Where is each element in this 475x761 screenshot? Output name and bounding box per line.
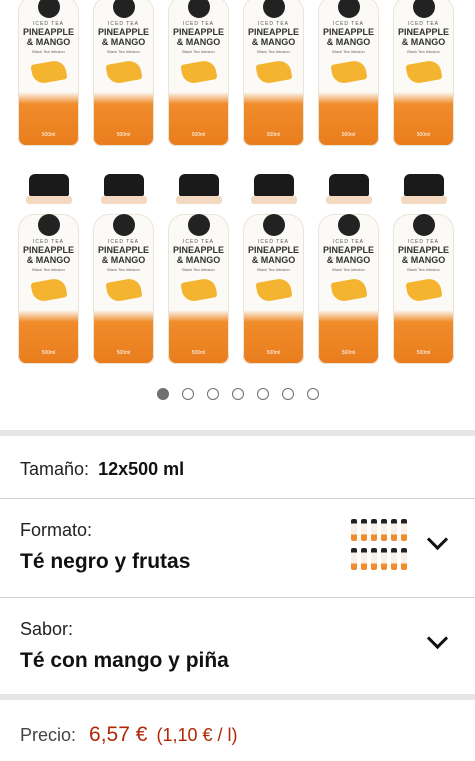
row-divider <box>0 498 475 499</box>
brand-logo-icon <box>187 214 210 236</box>
mango-illustration-icon <box>405 59 442 85</box>
mango-illustration-icon <box>330 277 367 303</box>
mango-illustration-icon <box>105 277 142 303</box>
carousel-dot-2[interactable] <box>181 388 194 400</box>
mango-illustration-icon <box>30 277 67 303</box>
brand-logo-icon <box>112 0 135 18</box>
bottle-image: ICED TEA PINEAPPLE & MANGO Black Tea Inf… <box>18 0 79 146</box>
format-thumbnail[interactable] <box>349 517 407 575</box>
brand-logo-icon <box>37 214 60 236</box>
mango-illustration-icon <box>180 59 217 85</box>
bottle-image: ICED TEA PINEAPPLE & MANGO Black Tea Inf… <box>93 174 154 364</box>
brand-logo-icon <box>262 0 285 18</box>
product-image-gallery[interactable]: ICED TEA PINEAPPLE & MANGO Black Tea Inf… <box>0 0 475 372</box>
bottle-image: ICED TEA PINEAPPLE & MANGO Black Tea Inf… <box>393 0 454 146</box>
chevron-down-icon[interactable] <box>426 528 449 551</box>
carousel-dot-4[interactable] <box>231 388 244 400</box>
row-divider <box>0 597 475 598</box>
mango-illustration-icon <box>405 277 442 303</box>
bottle-image: ICED TEA PINEAPPLE & MANGO Black Tea Inf… <box>318 0 379 146</box>
price-value: 6,57 € <box>89 723 148 746</box>
bottle-image: ICED TEA PINEAPPLE & MANGO Black Tea Inf… <box>243 0 304 146</box>
bottle-image: ICED TEA PINEAPPLE & MANGO Black Tea Inf… <box>93 0 154 146</box>
format-value: Té negro y frutas <box>20 550 191 573</box>
mango-illustration-icon <box>255 277 292 303</box>
carousel-dot-5[interactable] <box>256 388 269 400</box>
brand-logo-icon <box>112 214 135 236</box>
mango-illustration-icon <box>105 59 142 85</box>
carousel-dots <box>0 388 475 400</box>
carousel-dot-6[interactable] <box>281 388 294 400</box>
brand-logo-icon <box>412 214 435 236</box>
brand-logo-icon <box>37 0 60 18</box>
brand-logo-icon <box>412 0 435 18</box>
mango-illustration-icon <box>255 59 292 85</box>
section-divider <box>0 694 475 700</box>
mango-illustration-icon <box>180 277 217 303</box>
bottle-image: ICED TEA PINEAPPLE & MANGO Black Tea Inf… <box>168 174 229 364</box>
size-label: Tamaño: <box>20 459 90 479</box>
price-row: Precio: 6,57 € (1,10 € / l) <box>20 723 238 747</box>
mango-illustration-icon <box>330 59 367 85</box>
size-value: 12x500 ml <box>98 459 185 479</box>
unit-price: (1,10 € / l) <box>156 725 238 745</box>
brand-logo-icon <box>337 0 360 18</box>
format-label: Formato: <box>20 520 93 540</box>
brand-logo-icon <box>262 214 285 236</box>
bottle-image: ICED TEA PINEAPPLE & MANGO Black Tea Inf… <box>243 174 304 364</box>
bottle-image: ICED TEA PINEAPPLE & MANGO Black Tea Inf… <box>393 174 454 364</box>
flavor-value: Té con mango y piña <box>20 649 229 672</box>
mango-illustration-icon <box>30 59 67 85</box>
bottle-image: ICED TEA PINEAPPLE & MANGO Black Tea Inf… <box>168 0 229 146</box>
brand-logo-icon <box>337 214 360 236</box>
brand-logo-icon <box>187 0 210 18</box>
carousel-dot-1[interactable] <box>156 388 169 400</box>
chevron-down-icon[interactable] <box>426 627 449 650</box>
size-row: Tamaño: 12x500 ml <box>20 459 184 480</box>
price-label: Precio: <box>20 725 77 745</box>
bottle-row-top: ICED TEA PINEAPPLE & MANGO Black Tea Inf… <box>18 0 454 146</box>
bottle-image: ICED TEA PINEAPPLE & MANGO Black Tea Inf… <box>18 174 79 364</box>
bottle-image: ICED TEA PINEAPPLE & MANGO Black Tea Inf… <box>318 174 379 364</box>
flavor-label: Sabor: <box>20 619 74 639</box>
section-divider <box>0 430 475 436</box>
carousel-dot-3[interactable] <box>206 388 219 400</box>
carousel-dot-7[interactable] <box>306 388 319 400</box>
bottle-row-bottom: ICED TEA PINEAPPLE & MANGO Black Tea Inf… <box>18 174 454 364</box>
